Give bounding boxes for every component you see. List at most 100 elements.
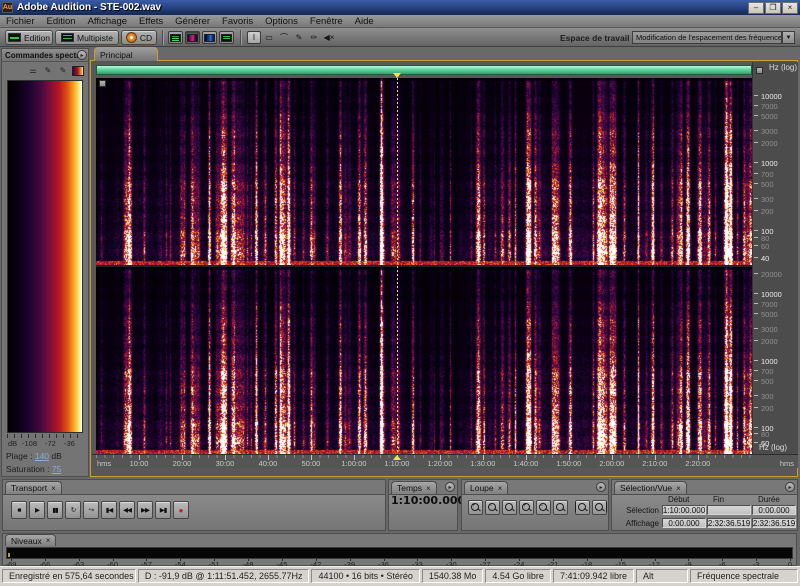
frequency-tick [754,230,758,232]
spot-healing-brush-tool[interactable]: ✏ [307,31,321,44]
stop-button[interactable]: ■ [11,501,27,519]
menu-options[interactable]: Options [259,16,304,27]
spectral-phase-display-button[interactable] [219,31,234,44]
play-to-end-icon: ↪ [88,507,95,514]
zoom-out-full-button[interactable] [502,500,517,515]
time-tab[interactable]: Temps × [391,481,437,494]
dock-grip-icon[interactable] [756,67,763,74]
range-value[interactable]: 140 [35,451,49,461]
playhead-bottom-marker[interactable] [392,455,401,460]
frequency-ruler[interactable]: Hz (log) Hz (log) 10000 7000 5000 3000 2000 1… [752,62,798,454]
field-sélection-0[interactable]: 1:10:00.000 [662,505,706,515]
play-looped-button[interactable]: ↻ [65,501,81,519]
edition-view-button[interactable]: Edition [5,30,53,45]
marquee-selection-tool[interactable]: ▭ [262,31,276,44]
zoom-to-selection-button[interactable] [553,500,568,515]
play-button[interactable]: ▶ [29,501,45,519]
playhead-line[interactable] [396,78,398,454]
waveform-display-button[interactable] [168,31,183,44]
level-meter[interactable] [6,547,793,559]
spectral-frequency-display-button[interactable] [185,31,200,44]
zoom-tab[interactable]: Loupe × [464,481,509,494]
saturation-value[interactable]: 75 [52,464,61,474]
scrub-tool[interactable]: ◀× [322,31,336,44]
zoom-in-vertical-button[interactable]: + [519,500,534,515]
close-icon[interactable]: × [46,536,51,545]
go-to-end-button[interactable]: ▶▮ [155,501,171,519]
edit-point-alt-icon[interactable]: ✎ [57,66,69,76]
field-sélection-2[interactable]: 0:00.000 [752,505,796,515]
frequency-label: 5000 [761,309,778,319]
menu-fichier[interactable]: Fichier [0,16,41,27]
spectral-pan-display-button[interactable] [202,31,217,44]
selection-view-tab[interactable]: Sélection/Vue × [614,481,687,494]
menu-aide[interactable]: Aide [349,16,380,27]
gradient-swatch-icon[interactable] [72,65,84,76]
field-affichage-2[interactable]: 2:32:36.519 [752,518,796,528]
playhead-top-marker[interactable] [392,73,401,78]
panel-menu-icon[interactable]: ▸ [596,482,606,492]
frequency-label: 5000 [761,111,778,121]
selection-view-tab-label: Sélection/Vue [620,483,673,493]
field-sélection-1[interactable] [707,505,751,515]
multitrack-view-button[interactable]: Multipiste [55,30,119,45]
record-button[interactable]: ● [173,501,189,519]
field-affichage-1[interactable]: 2:32:36.519 [707,518,751,528]
time-selection-tool[interactable]: I [247,31,261,44]
panel-menu-icon[interactable]: ▸ [445,482,455,492]
spectral-colormap-gradient[interactable] [7,80,83,433]
zoom-in-horizontal-button[interactable]: + [468,500,483,515]
zoom-in-horizontal-icon: + [471,503,480,512]
workspace-select[interactable]: Modification de l'espacement des fréquen… [632,31,782,44]
panel-menu-icon[interactable]: ▸ [785,482,795,492]
close-icon[interactable]: × [51,484,56,493]
range-unit: dB [51,451,62,461]
dock-grip-icon[interactable] [99,80,106,87]
levels-panel: Niveaux × -69 -66 -63 -60 -57 -54 -51 -48 -45 -42… [2,533,797,569]
menu-edition[interactable]: Edition [41,16,82,27]
menu-affichage[interactable]: Affichage [82,16,133,27]
db-scale-label: -108 [22,439,38,448]
zoom-out-horizontal-button[interactable]: − [485,500,500,515]
menu-favoris[interactable]: Favoris [216,16,259,27]
transport-tab[interactable]: Transport × [5,481,62,494]
spectrogram-right-channel[interactable] [96,267,752,454]
close-icon[interactable]: × [426,484,431,493]
zoom-out-vertical-button[interactable]: − [536,500,551,515]
cd-view-button[interactable]: CD [121,30,157,45]
time-display[interactable]: 1:10:00.000 [391,494,465,507]
zoom-to-right-edge-button[interactable] [592,500,607,515]
maximize-button[interactable]: ❐ [765,1,781,14]
zoom-to-left-edge-button[interactable] [575,500,590,515]
pause-button[interactable]: ▮▮ [47,501,63,519]
frequency-label: 1000 [761,159,778,169]
menu-generer[interactable]: Générer [169,16,216,27]
close-icon[interactable]: × [676,484,681,493]
play-to-end-button[interactable]: ↪ [83,501,99,519]
field-affichage-0[interactable]: 0:00.000 [662,518,706,528]
effects-paintbrush-tool[interactable]: ✎ [292,31,306,44]
go-to-beginning-button[interactable]: ▮◀ [101,501,117,519]
overview-navigation-bar[interactable] [96,65,752,75]
spectrogram-left-channel[interactable] [96,78,752,265]
time-tick-label: 1:10:00 [384,459,410,468]
status-segment-6: Alt [636,569,688,583]
lasso-selection-tool[interactable]: ⌒ [277,31,291,44]
workspace-dropdown-arrow-icon[interactable]: ▼ [782,31,795,44]
edit-point-icon[interactable]: ✎ [42,66,54,76]
tab-principal[interactable]: Principal [94,47,158,61]
menu-effets[interactable]: Effets [133,16,169,27]
time-ruler[interactable]: hms hms 10:00 20:00 30:00 40:00 50:00 1:00:00… [92,454,798,468]
reset-gradient-icon[interactable]: ⚌ [27,66,39,76]
multitrack-icon [61,33,75,42]
minimize-button[interactable]: – [748,1,764,14]
fast-forward-button[interactable]: ▶▶ [137,501,153,519]
close-button[interactable]: × [782,1,798,14]
frequency-tick [754,141,758,143]
menu-fenetre[interactable]: Fenêtre [304,16,349,27]
panel-menu-icon[interactable]: ▸ [77,50,87,60]
levels-tab[interactable]: Niveaux × [5,534,57,546]
frequency-tick [754,162,758,164]
rewind-button[interactable]: ◀◀ [119,501,135,519]
close-icon[interactable]: × [498,484,503,493]
